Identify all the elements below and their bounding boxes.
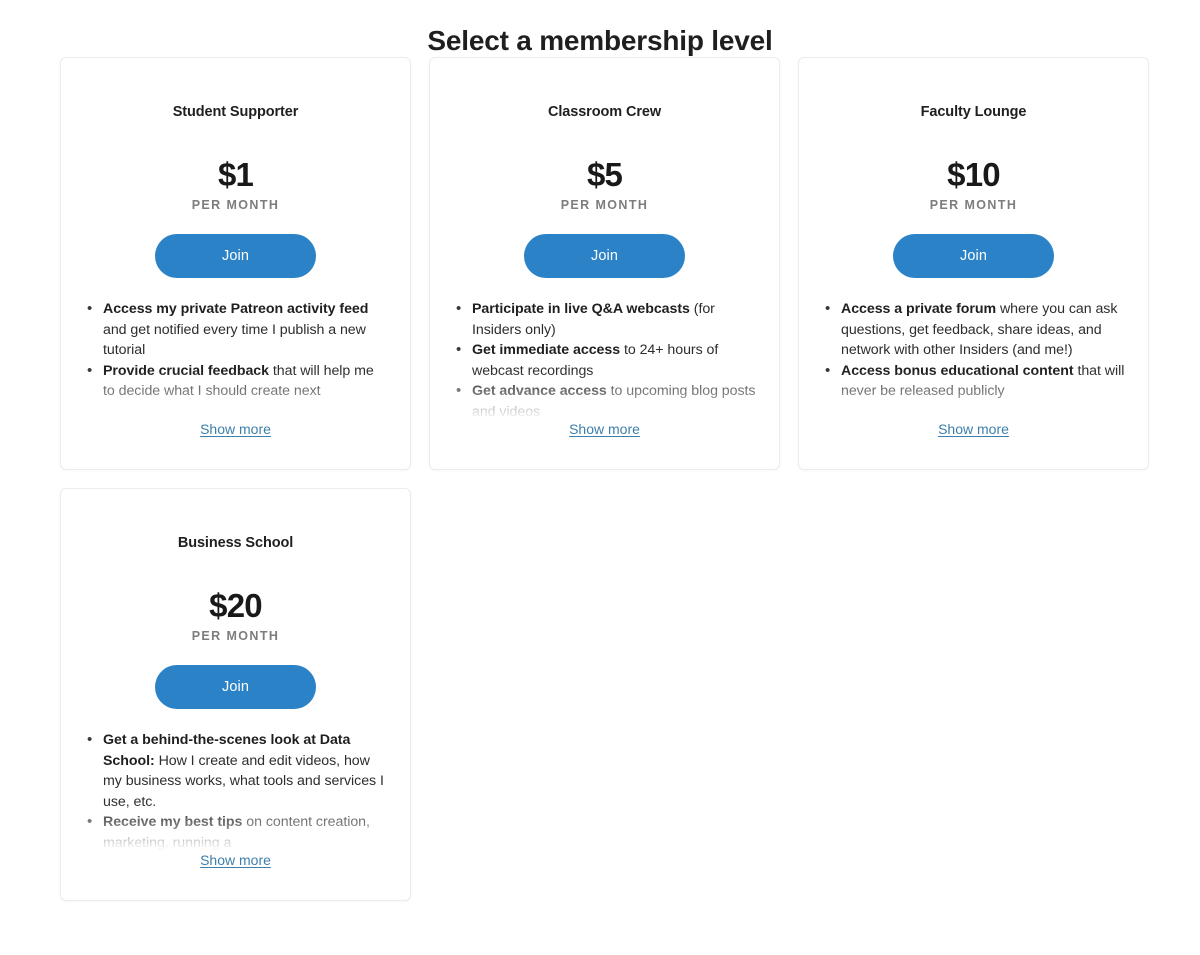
benefit-item: Receive my best tips on content creation… [87, 811, 388, 853]
join-button[interactable]: Join [893, 234, 1054, 278]
show-more-link[interactable]: Show more [569, 421, 640, 437]
tier-benefits: Participate in live Q&A webcasts (for In… [430, 299, 779, 439]
tier-benefits-clip: Access a private forum where you can ask… [799, 299, 1148, 423]
card-bottom-spacer [430, 439, 779, 469]
benefit-highlight: Provide crucial feedback [103, 362, 269, 379]
join-button[interactable]: Join [155, 665, 316, 709]
benefit-item: Participate in live Q&A webcasts (for In… [456, 299, 757, 340]
benefit-item: Access bonus educational content that wi… [825, 360, 1126, 402]
tier-benefits-clip: Access my private Patreon activity feed … [61, 299, 410, 423]
tier-title: Student Supporter [172, 104, 299, 120]
tier-price: $20 [209, 587, 262, 624]
membership-tier-grid: Student Supporter $1 PER MONTH Join Access m… [60, 57, 1151, 901]
card-bottom-spacer [799, 439, 1148, 469]
tier-price: $10 [947, 156, 1000, 193]
show-more-link[interactable]: Show more [200, 421, 271, 437]
tier-card-student-supporter[interactable]: Student Supporter $1 PER MONTH Join Access m… [60, 57, 411, 470]
tier-card-business-school[interactable]: Business School $20 PER MONTH Join Get a beh… [60, 488, 411, 901]
join-button-row: Join [430, 234, 779, 278]
card-bottom-spacer [61, 870, 410, 900]
benefit-item: Access a private forum where you can ask… [825, 299, 1126, 361]
card-bottom-spacer [61, 439, 410, 469]
show-more-link[interactable]: Show more [200, 852, 271, 868]
benefit-item: Provide crucial feedback that will help … [87, 360, 388, 402]
tier-benefits: Access a private forum where you can ask… [799, 299, 1148, 439]
show-more-row: Show more [61, 420, 410, 439]
join-button-row: Join [61, 665, 410, 709]
benefit-highlight: Get advance access [472, 383, 607, 399]
tier-benefits-clip: Participate in live Q&A webcasts (for In… [430, 299, 779, 423]
benefit-highlight: Access my private Patreon activity feed [103, 301, 369, 317]
benefit-list: Participate in live Q&A webcasts (for In… [430, 299, 779, 422]
join-button-row: Join [799, 234, 1148, 278]
benefit-item: Access my private Patreon activity feed … [87, 299, 388, 361]
tier-price: $5 [586, 156, 623, 193]
benefit-list: Access a private forum where you can ask… [799, 299, 1148, 402]
benefit-highlight: Participate in live Q&A webcasts [472, 301, 690, 317]
join-button-row: Join [61, 234, 410, 278]
tier-period-label: PER MONTH [191, 198, 280, 212]
tier-benefits: Get a behind-the-scenes look at Data Sch… [61, 730, 410, 870]
membership-level-page: Select a membership level Student Suppor… [0, 0, 1200, 955]
tier-period-label: PER MONTH [929, 198, 1018, 212]
tier-title: Faculty Lounge [920, 104, 1027, 120]
tier-benefits-clip: Get a behind-the-scenes look at Data Sch… [61, 730, 410, 854]
benefit-list: Access my private Patreon activity feed … [61, 299, 410, 402]
benefit-highlight: Access a private forum [841, 301, 997, 317]
benefit-list: Get a behind-the-scenes look at Data Sch… [61, 730, 410, 853]
benefit-item: Get immediate access to 24+ hours of web… [456, 339, 757, 381]
benefit-highlight: Receive my best tips [103, 814, 243, 830]
join-button[interactable]: Join [155, 234, 316, 278]
tier-price: $1 [217, 156, 254, 193]
benefit-text: and get notified every time I publish a … [103, 321, 366, 359]
show-more-link[interactable]: Show more [938, 421, 1009, 437]
benefit-highlight: Get immediate access [472, 342, 621, 358]
tier-title: Business School [177, 535, 294, 551]
tier-title: Classroom Crew [547, 104, 662, 120]
tier-period-label: PER MONTH [191, 629, 280, 643]
tier-card-classroom-crew[interactable]: Classroom Crew $5 PER MONTH Join Participate… [429, 57, 780, 470]
tier-benefits: Access my private Patreon activity feed … [61, 299, 410, 439]
benefit-highlight: Access bonus educational content [841, 362, 1074, 379]
page-title: Select a membership level [427, 24, 773, 56]
show-more-row: Show more [430, 420, 779, 439]
show-more-row: Show more [799, 420, 1148, 439]
tier-period-label: PER MONTH [560, 198, 649, 212]
tier-card-faculty-lounge[interactable]: Faculty Lounge $10 PER MONTH Join Access a p… [798, 57, 1149, 470]
benefit-item: Get advance access to upcoming blog post… [456, 380, 757, 422]
benefit-item: Get a behind-the-scenes look at Data Sch… [87, 730, 388, 812]
join-button[interactable]: Join [524, 234, 685, 278]
show-more-row: Show more [61, 851, 410, 870]
